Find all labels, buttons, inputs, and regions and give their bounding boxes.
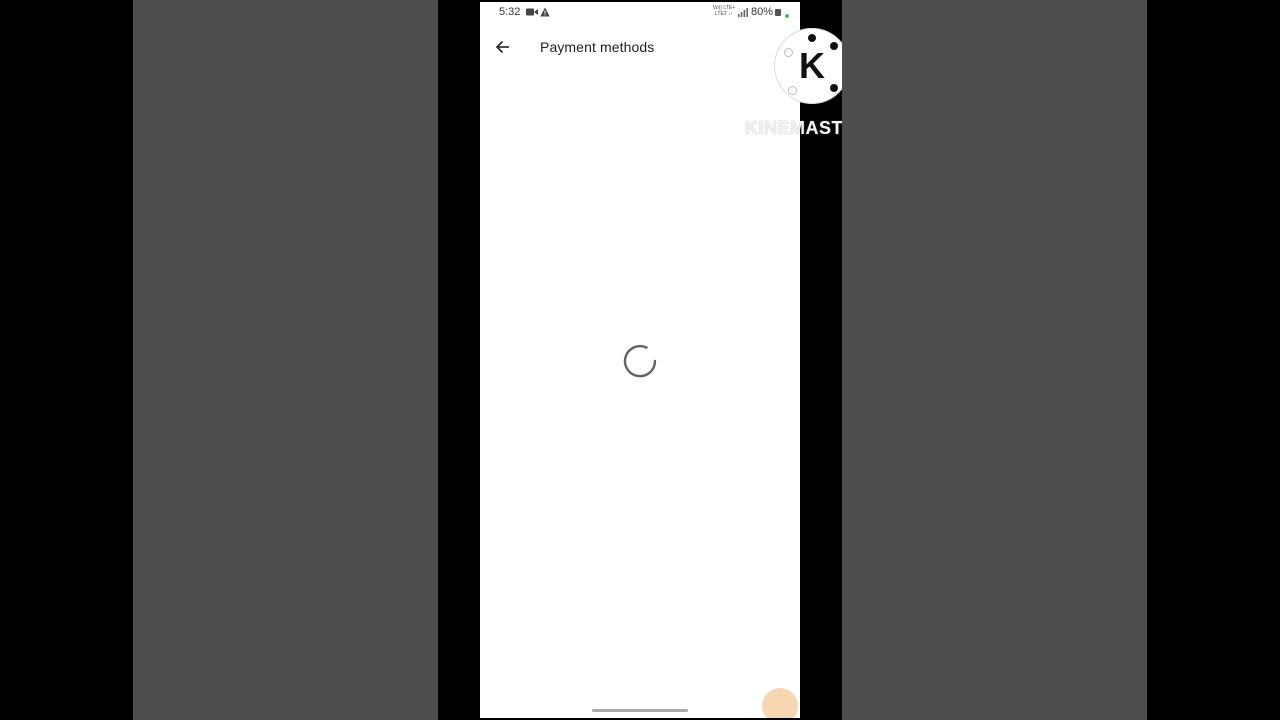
signal-bars-icon	[738, 8, 748, 17]
battery-percent: 80%	[751, 6, 774, 18]
kinemaster-watermark: K KINEMAST	[745, 28, 842, 143]
loading-spinner-icon	[623, 344, 657, 378]
logo-letter: K	[799, 45, 825, 86]
arrow-back-icon	[495, 40, 509, 54]
battery-icon	[775, 9, 781, 16]
floating-overlay-bubble	[762, 688, 798, 718]
video-camera-icon	[526, 8, 538, 16]
status-bar: 5:32 Vo)) LTE+ LTE2 ↓↑ 80%	[480, 2, 800, 24]
back-button[interactable]	[490, 34, 516, 60]
blurred-background-right	[842, 0, 1147, 720]
kinemaster-logo: K	[774, 28, 842, 104]
watermark-text: KINEMAST	[745, 118, 842, 138]
network-type-label: Vo)) LTE+ LTE2 ↓↑	[711, 5, 737, 17]
status-time: 5:32	[499, 6, 521, 18]
video-frame: 5:32 Vo)) LTE+ LTE2 ↓↑ 80% Payment metho…	[0, 0, 1280, 720]
privacy-indicator-dot	[785, 14, 789, 18]
blurred-background-left	[133, 0, 438, 720]
page-title: Payment methods	[540, 39, 655, 55]
alert-triangle-icon	[540, 7, 550, 17]
network-line-2: LTE2 ↓↑	[715, 11, 733, 17]
home-indicator[interactable]	[592, 709, 688, 712]
